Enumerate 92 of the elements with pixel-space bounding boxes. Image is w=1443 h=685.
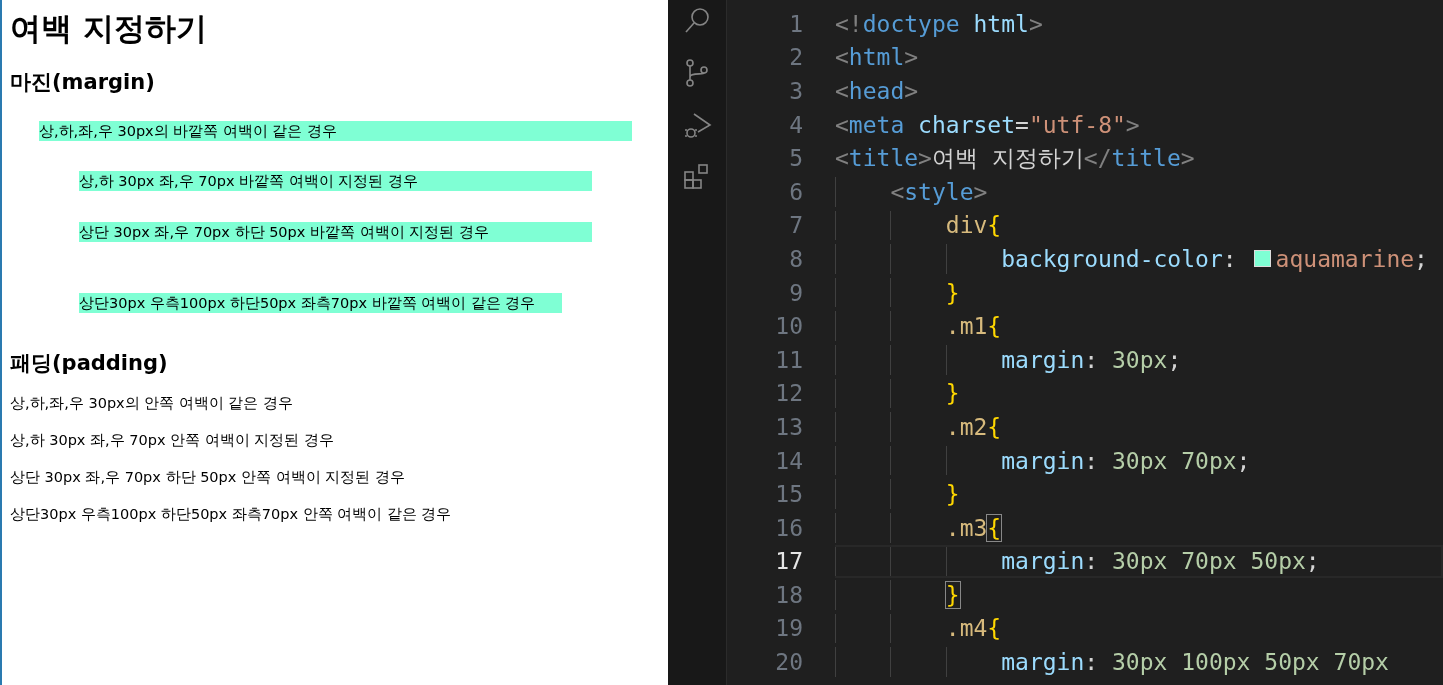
- section-heading: 마진(margin): [10, 69, 156, 96]
- code-token: meta: [848, 111, 905, 138]
- code-token: .m1: [945, 313, 988, 340]
- line-number: 10: [774, 313, 803, 340]
- code-token: html: [972, 10, 1029, 37]
- line-number: 7: [788, 212, 803, 239]
- code-token: doctype: [862, 10, 960, 37]
- code-token: 30px 70px: [1112, 447, 1237, 474]
- section-heading: 패딩(padding): [10, 350, 169, 377]
- code-token: >: [904, 44, 919, 71]
- code-token: }: [945, 279, 960, 306]
- margin-demo-box: 상단 30px 좌,우 70px 하단 50px 바깥쪽 여백이 지정된 경우: [79, 222, 592, 242]
- code-token: margin: [1001, 447, 1085, 474]
- code-token: >: [1028, 10, 1043, 37]
- code-token: ;: [1236, 447, 1251, 474]
- line-number: 19: [774, 615, 803, 642]
- code-token: <: [890, 178, 905, 205]
- code-token: {: [987, 615, 1002, 642]
- code-token: =: [1015, 111, 1029, 138]
- paragraph-text: 상,하,좌,우 30px의 안쪽 여백이 같은 경우: [10, 394, 295, 413]
- line-number: 18: [774, 581, 803, 608]
- code-token: <!: [835, 10, 863, 37]
- line-number: 20: [774, 649, 803, 676]
- line-number: 8: [788, 245, 803, 272]
- code-token: 30px 70px 50px: [1112, 548, 1306, 575]
- line-number: 4: [788, 111, 803, 138]
- code-token: <: [835, 111, 849, 138]
- line-number: 11: [774, 346, 803, 373]
- code-token: .m2: [945, 413, 988, 440]
- code-token: 여백 지정하기: [931, 143, 1084, 173]
- run-debug-icon[interactable]: [682, 110, 712, 140]
- code-token: title: [848, 145, 919, 172]
- code-token: margin: [1001, 346, 1085, 373]
- code-token: {: [987, 212, 1002, 239]
- code-token: 30px 100px 50px 70px: [1112, 649, 1389, 676]
- code-token: >: [918, 145, 932, 172]
- color-swatch[interactable]: [1253, 250, 1271, 268]
- code-token: >: [973, 178, 988, 205]
- code-token: {: [987, 514, 1002, 541]
- code-token: head: [848, 78, 905, 104]
- line-number: 13: [774, 413, 803, 440]
- code-token: div: [945, 212, 988, 239]
- code-token: }: [945, 481, 960, 508]
- page-heading: 여백 지정하기: [10, 9, 208, 48]
- margin-demo-box: 상,하,좌,우 30px의 바깥쪽 여백이 같은 경우: [39, 121, 632, 141]
- code-token: 30px: [1112, 346, 1168, 373]
- code-token: :: [1084, 649, 1100, 676]
- code-token: }: [945, 380, 960, 407]
- paragraph-text: 상단30px 우측100px 하단50px 좌측70px 안쪽 여백이 같은 경우: [10, 505, 453, 524]
- code-token: "utf-8": [1028, 111, 1126, 138]
- code-token: >: [1125, 111, 1140, 138]
- code-token: margin: [1001, 548, 1085, 575]
- paragraph-text: 상,하 30px 좌,우 70px 안쪽 여백이 지정된 경우: [10, 431, 335, 450]
- code-token: .m4: [945, 615, 988, 642]
- code-token: .m3: [945, 514, 988, 541]
- code-token: aquamarine: [1275, 245, 1415, 272]
- line-number: 15: [774, 481, 803, 508]
- code-token: background-color: [1001, 245, 1223, 272]
- code-token: }: [945, 581, 960, 608]
- code-token: style: [904, 178, 974, 205]
- code-token: >: [1180, 145, 1195, 172]
- line-number: 5: [788, 145, 803, 172]
- line-number: 9: [788, 279, 803, 306]
- code-token: title: [1111, 145, 1181, 172]
- code-token: ;: [1305, 548, 1320, 575]
- code-token: :: [1084, 447, 1100, 474]
- line-number: 17: [774, 548, 803, 575]
- code-token: charset: [917, 111, 1016, 138]
- code-token: <: [835, 44, 849, 71]
- code-token: :: [1084, 346, 1100, 373]
- line-number: 12: [774, 380, 803, 407]
- line-number: 14: [774, 447, 803, 474]
- code-token: :: [1222, 245, 1237, 272]
- code-token: margin: [1001, 649, 1085, 676]
- code-token: ;: [1167, 346, 1182, 373]
- code-token: >: [904, 78, 919, 104]
- line-number: 2: [788, 44, 803, 71]
- code-token: <: [835, 145, 849, 172]
- code-token: html: [848, 44, 905, 71]
- line-number: 6: [788, 178, 803, 205]
- code-token: :: [1084, 548, 1100, 575]
- margin-demo-box: 상단30px 우측100px 하단50px 좌측70px 바깥쪽 여백이 같은 경우: [79, 293, 562, 313]
- code-token: {: [987, 313, 1002, 340]
- line-number: 3: [788, 78, 803, 104]
- paragraph-text: 상단 30px 좌,우 70px 하단 50px 안쪽 여백이 지정된 경우: [10, 468, 406, 487]
- margin-demo-box: 상,하 30px 좌,우 70px 바깥쪽 여백이 지정된 경우: [79, 171, 592, 191]
- line-number: 1: [788, 10, 803, 37]
- code-token: </: [1083, 145, 1112, 172]
- code-token: <: [835, 78, 849, 104]
- code-token: {: [987, 413, 1002, 440]
- line-number: 16: [774, 514, 803, 541]
- code-token: ;: [1414, 245, 1428, 272]
